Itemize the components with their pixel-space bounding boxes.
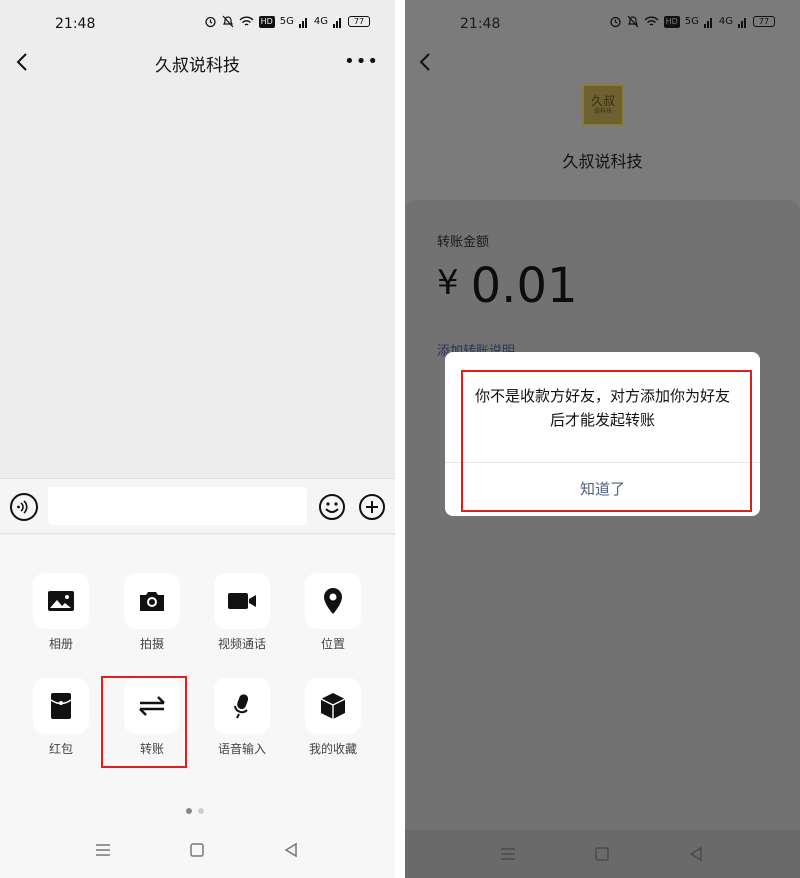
signal-bars-icon — [703, 17, 712, 28]
status-time: 21:48 — [55, 16, 96, 32]
amount-label: 转账金额 — [437, 235, 490, 250]
red-packet-icon — [50, 693, 72, 719]
favorites-icon — [320, 693, 346, 719]
tool-favorites[interactable]: 我的收藏 — [295, 678, 371, 757]
tool-label: 红包 — [48, 742, 73, 756]
menu-icon[interactable] — [498, 844, 518, 864]
mute-bell-icon — [222, 15, 234, 28]
dialog-highlight-box — [461, 370, 752, 512]
tool-video-call[interactable]: 视频通话 — [204, 573, 280, 652]
alarm-icon — [609, 16, 621, 28]
tool-red-packet[interactable]: 红包 — [23, 678, 99, 757]
status-time: 21:48 — [460, 16, 501, 32]
alarm-icon — [204, 16, 216, 28]
menu-icon[interactable] — [93, 840, 113, 860]
payee-name: 久叔说科技 — [562, 152, 643, 171]
signal-bars-icon — [298, 17, 307, 28]
signal-4g: 4G — [313, 16, 328, 27]
tool-label: 我的收藏 — [308, 742, 357, 756]
transfer-screen: 21:48 HD 5G 4G 77 久叔 说科技 久叔说科技 转账金额 ¥0.0… — [405, 0, 800, 878]
hd-badge: HD — [258, 15, 275, 28]
battery-indicator: 77 — [348, 16, 370, 27]
mute-bell-icon — [627, 15, 639, 28]
wifi-icon — [644, 16, 659, 26]
chat-header: 久叔说科技 ••• — [0, 45, 395, 81]
page-indicator — [186, 808, 204, 814]
home-icon[interactable] — [187, 840, 207, 860]
status-icons: HD 5G 4G 77 — [204, 15, 370, 28]
currency-symbol: ¥ — [437, 263, 459, 303]
tool-label: 视频通话 — [217, 637, 266, 651]
back-nav-icon[interactable] — [281, 840, 301, 860]
system-nav-bar — [0, 840, 395, 864]
signal-bars-icon — [333, 17, 341, 28]
video-icon — [228, 593, 256, 609]
signal-4g: 4G — [718, 16, 733, 27]
chat-screen: 21:48 HD 5G 4G 77 久叔说科技 ••• 相册 拍摄 视频通话 位… — [0, 0, 395, 878]
avatar-text: 久叔 — [590, 94, 615, 108]
page-title: 久叔说科技 — [155, 56, 240, 76]
tool-label: 拍摄 — [139, 637, 164, 651]
more-actions-panel: 相册 拍摄 视频通话 位置 红包 转账 语音输入 我的收藏 — [0, 535, 395, 878]
transfer-highlight-box — [101, 676, 187, 768]
back-icon[interactable] — [415, 51, 437, 73]
tool-label: 相册 — [48, 637, 73, 651]
tool-voice-input[interactable]: 语音输入 — [204, 678, 280, 757]
amount-display[interactable]: ¥0.01 — [437, 258, 578, 314]
plus-icon[interactable] — [358, 493, 386, 521]
wifi-icon — [239, 16, 254, 26]
emoji-icon[interactable] — [318, 493, 346, 521]
tool-album[interactable]: 相册 — [23, 573, 99, 652]
avatar-subtext: 说科技 — [593, 108, 612, 115]
tool-label: 位置 — [320, 637, 345, 651]
tool-label: 语音输入 — [217, 742, 266, 756]
location-icon — [324, 588, 342, 614]
amount-value: 0.01 — [470, 258, 578, 314]
tool-location[interactable]: 位置 — [295, 573, 371, 652]
screenshot-root: 21:48 HD 5G 4G 77 久叔说科技 ••• 相册 拍摄 视频通话 位… — [0, 0, 800, 878]
page-dot-active — [186, 808, 192, 814]
battery-indicator: 77 — [753, 16, 775, 27]
alert-dialog: 你不是收款方好友，对方添加你为好友后才能发起转账 知道了 — [445, 352, 760, 516]
status-bar: 21:48 HD 5G 4G 77 — [405, 0, 800, 48]
page-dot — [198, 808, 204, 814]
avatar: 久叔 说科技 — [582, 84, 624, 126]
back-nav-icon[interactable] — [686, 844, 706, 864]
signal-5g: 5G — [684, 16, 699, 27]
signal-bars-icon — [738, 17, 746, 28]
status-icons: HD 5G 4G 77 — [609, 15, 775, 28]
home-icon[interactable] — [592, 844, 612, 864]
signal-5g: 5G — [279, 16, 294, 27]
message-input[interactable] — [48, 487, 307, 525]
camera-icon — [140, 592, 164, 611]
tool-camera[interactable]: 拍摄 — [114, 573, 190, 652]
voice-toggle-icon[interactable] — [10, 493, 38, 521]
status-bar: 21:48 HD 5G 4G 77 — [0, 0, 395, 48]
microphone-icon — [234, 694, 249, 719]
hd-badge: HD — [663, 15, 680, 28]
system-nav-bar — [405, 830, 800, 878]
input-bar — [0, 478, 395, 534]
image-icon — [48, 591, 74, 611]
more-icon[interactable]: ••• — [344, 51, 379, 72]
